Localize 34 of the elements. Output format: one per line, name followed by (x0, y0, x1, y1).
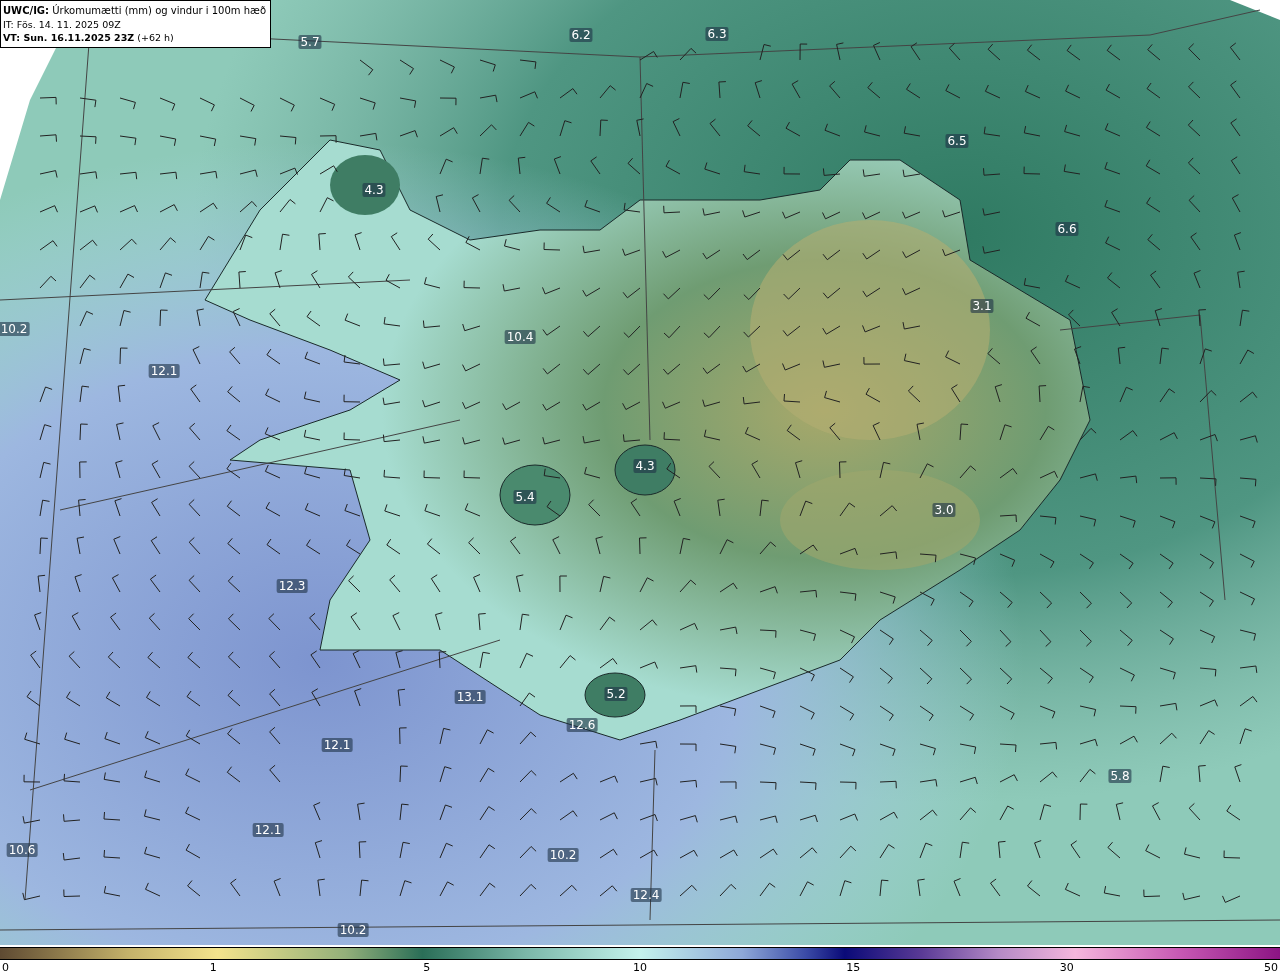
contour-value-label: 12.1 (252, 823, 284, 837)
contour-value-label: 10.4 (504, 330, 536, 344)
contour-value-label: 10.2 (337, 923, 369, 937)
contour-value-label: 4.3 (633, 459, 657, 473)
contour-value-label: 12.1 (148, 364, 180, 378)
colorbar-tick-label: 15 (846, 961, 861, 975)
valid-time-text: VT: Sun. 16.11.2025 23Z (+62 h) (3, 31, 175, 45)
contour-value-label: 6.5 (945, 134, 969, 148)
contour-value-label: 6.6 (1055, 222, 1079, 236)
colorbar-tick-label: 1 (209, 961, 217, 975)
colorbar-tick-label: 10 (633, 961, 647, 975)
contour-value-label: 5.2 (604, 687, 628, 701)
contour-value-label: 13.1 (454, 690, 486, 704)
contour-value-label: 3.1 (970, 299, 994, 313)
contour-value-label: 12.6 (566, 718, 598, 732)
contour-value-label: 10.2 (547, 848, 579, 862)
map-title: UWC/IG: Úrkomumætti (mm) og vindur i 100m hæð (3, 4, 267, 18)
contour-value-label: 12.1 (321, 738, 353, 752)
colorbar-tick-label: 50 (1264, 961, 1278, 975)
contour-value-label: 12.4 (630, 888, 662, 902)
colorbar-tick-label: 0 (2, 961, 9, 975)
contour-value-label: 5.7 (298, 35, 322, 49)
contour-value-label: 6.3 (705, 27, 729, 41)
contour-value-label: 3.0 (932, 503, 956, 517)
colorbar-tick-label: 5 (423, 961, 431, 975)
contour-value-label: 5.4 (513, 490, 537, 504)
contour-value-label: 4.3 (362, 183, 386, 197)
colorbar-tick-label: 30 (1059, 961, 1074, 975)
contour-value-label: 12.3 (276, 579, 308, 593)
contour-value-label: 10.6 (6, 843, 38, 857)
contour-value-label: 6.2 (569, 28, 593, 42)
issue-time-text: IT: Fös. 14. 11. 2025 09Z (3, 17, 122, 31)
contour-value-label: 10.2 (0, 322, 30, 336)
contour-value-label: 5.8 (1108, 769, 1132, 783)
